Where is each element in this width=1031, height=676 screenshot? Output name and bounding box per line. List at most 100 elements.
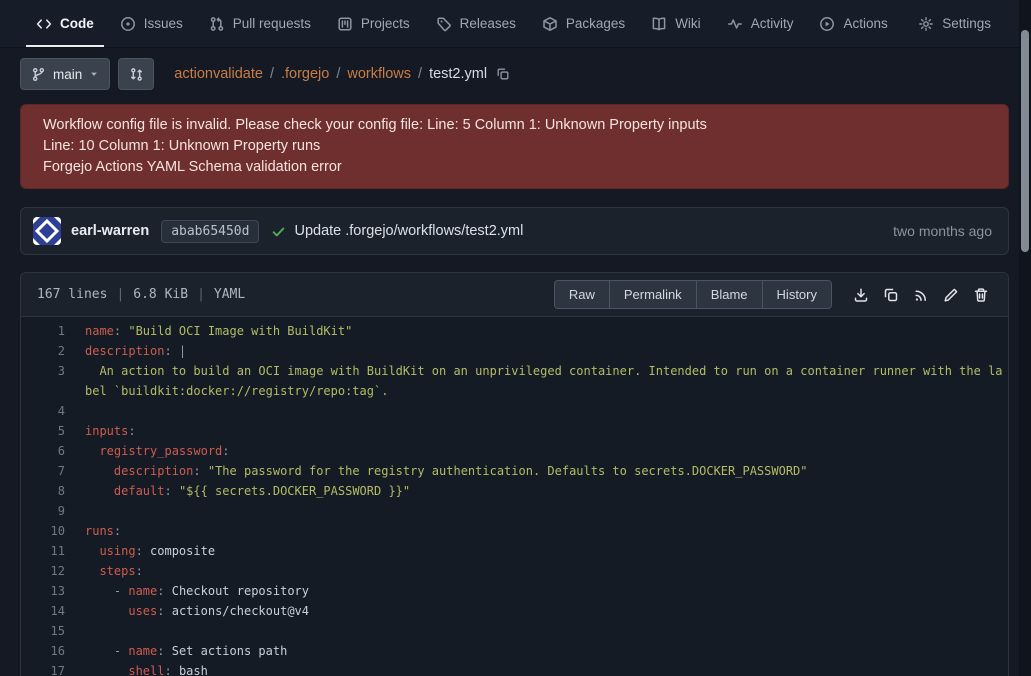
line-number[interactable]: 10 — [21, 521, 65, 541]
line-number[interactable]: 17 — [21, 661, 65, 676]
code-token: uses — [128, 604, 157, 618]
tab-code[interactable]: Code — [26, 0, 104, 47]
tab-label: Actions — [843, 16, 887, 31]
line-number[interactable]: 1 — [21, 321, 65, 341]
wiki-icon — [651, 16, 667, 32]
code-token: name — [85, 324, 114, 338]
file-meta: 167 lines | 6.8 KiB | YAML — [37, 287, 245, 302]
tab-activity[interactable]: Activity — [717, 0, 804, 47]
tab-packages[interactable]: Packages — [532, 0, 635, 47]
page-scrollbar[interactable] — [1019, 0, 1031, 676]
activity-icon — [727, 16, 743, 32]
code-token: : — [128, 424, 135, 438]
line-number[interactable]: 9 — [21, 501, 65, 521]
code-token: : — [136, 564, 143, 578]
tab-label: Packages — [566, 16, 625, 31]
breadcrumb-link[interactable]: actionvalidate — [174, 66, 263, 82]
tab-issues[interactable]: Issues — [110, 0, 193, 47]
line-number[interactable]: 7 — [21, 461, 65, 481]
line-number[interactable]: 6 — [21, 441, 65, 461]
caret-down-icon — [89, 69, 99, 79]
settings-icon — [918, 16, 934, 32]
commit-author-avatar[interactable] — [33, 217, 61, 245]
copy-path-icon[interactable] — [496, 67, 510, 81]
code-token: using — [99, 544, 135, 558]
code-token: composite — [150, 544, 215, 558]
file-toolbar: main actionvalidate/.forgejo/workflows/t… — [20, 58, 1009, 90]
line-content — [85, 621, 1008, 641]
line-number[interactable]: 11 — [21, 541, 65, 561]
code-token: : — [157, 604, 171, 618]
breadcrumb-link[interactable]: workflows — [347, 66, 411, 82]
raw-button[interactable]: Raw — [555, 281, 610, 308]
code-token — [85, 644, 114, 658]
line-content: name: "Build OCI Image with BuildKit" — [85, 321, 1008, 341]
code-token: description — [114, 464, 193, 478]
branch-selector[interactable]: main — [20, 58, 110, 90]
compare-icon — [129, 67, 144, 82]
code-line: 15 — [21, 621, 1008, 641]
edit-button[interactable] — [936, 280, 966, 310]
breadcrumb-separator: / — [418, 66, 422, 82]
tab-actions[interactable]: Actions — [809, 0, 897, 47]
code-line: 7 description: "The password for the reg… — [21, 461, 1008, 481]
code-token — [85, 444, 99, 458]
line-number[interactable]: 14 — [21, 601, 65, 621]
packages-icon — [542, 16, 558, 32]
code-token: - — [114, 584, 128, 598]
breadcrumb: actionvalidate/.forgejo/workflows/test2.… — [174, 66, 510, 82]
tab-label: Code — [60, 16, 94, 31]
tab-label: Pull requests — [233, 16, 311, 31]
tab-label: Settings — [942, 16, 991, 31]
code-token — [85, 484, 114, 498]
tab-pull-requests[interactable]: Pull requests — [199, 0, 321, 47]
tab-label: Wiki — [675, 16, 701, 31]
delete-button[interactable] — [966, 280, 996, 310]
code-token — [85, 584, 114, 598]
breadcrumb-link[interactable]: .forgejo — [281, 66, 329, 82]
breadcrumb-separator: / — [270, 66, 274, 82]
line-number[interactable]: 15 — [21, 621, 65, 641]
commit-message[interactable]: Update .forgejo/workflows/test2.yml — [294, 223, 523, 239]
line-number[interactable]: 16 — [21, 641, 65, 661]
code-line: 3 An action to build an OCI image with B… — [21, 361, 1008, 401]
tab-releases[interactable]: Releases — [426, 0, 526, 47]
line-number[interactable]: 5 — [21, 421, 65, 441]
file-view-buttons: RawPermalinkBlameHistory — [554, 280, 832, 309]
copy-icon — [883, 287, 899, 303]
code-line: 12 steps: — [21, 561, 1008, 581]
line-number[interactable]: 2 — [21, 341, 65, 361]
download-button[interactable] — [846, 280, 876, 310]
line-number[interactable]: 12 — [21, 561, 65, 581]
code-token: runs — [85, 524, 114, 538]
breadcrumb-current-file: test2.yml — [429, 66, 487, 82]
releases-icon — [436, 16, 452, 32]
edit-icon — [943, 287, 959, 303]
tab-settings[interactable]: Settings — [908, 0, 1001, 47]
file-size: 6.8 KiB — [133, 287, 188, 302]
line-number[interactable]: 3 — [21, 361, 65, 401]
line-content: uses: actions/checkout@v4 — [85, 601, 1008, 621]
code-line: 9 — [21, 501, 1008, 521]
copy-button[interactable] — [876, 280, 906, 310]
line-number[interactable]: 4 — [21, 401, 65, 421]
code-token: bash — [179, 664, 208, 676]
code-line: 10runs: — [21, 521, 1008, 541]
permalink-button[interactable]: Permalink — [610, 281, 697, 308]
line-content: description: | — [85, 341, 1008, 361]
line-number[interactable]: 13 — [21, 581, 65, 601]
error-message-line: Workflow config file is invalid. Please … — [43, 115, 986, 136]
history-button[interactable]: History — [763, 281, 831, 308]
code-token: shell — [128, 664, 164, 676]
commit-author-name[interactable]: earl-warren — [71, 223, 149, 239]
tab-wiki[interactable]: Wiki — [641, 0, 711, 47]
file-action-icons — [846, 280, 996, 310]
compare-button[interactable] — [118, 58, 154, 90]
line-number[interactable]: 8 — [21, 481, 65, 501]
commit-sha-badge[interactable]: abab65450d — [161, 220, 259, 243]
rss-button[interactable] — [906, 280, 936, 310]
code-line: 4 — [21, 401, 1008, 421]
blame-button[interactable]: Blame — [697, 281, 763, 308]
scrollbar-thumb[interactable] — [1021, 30, 1029, 252]
tab-projects[interactable]: Projects — [327, 0, 420, 47]
